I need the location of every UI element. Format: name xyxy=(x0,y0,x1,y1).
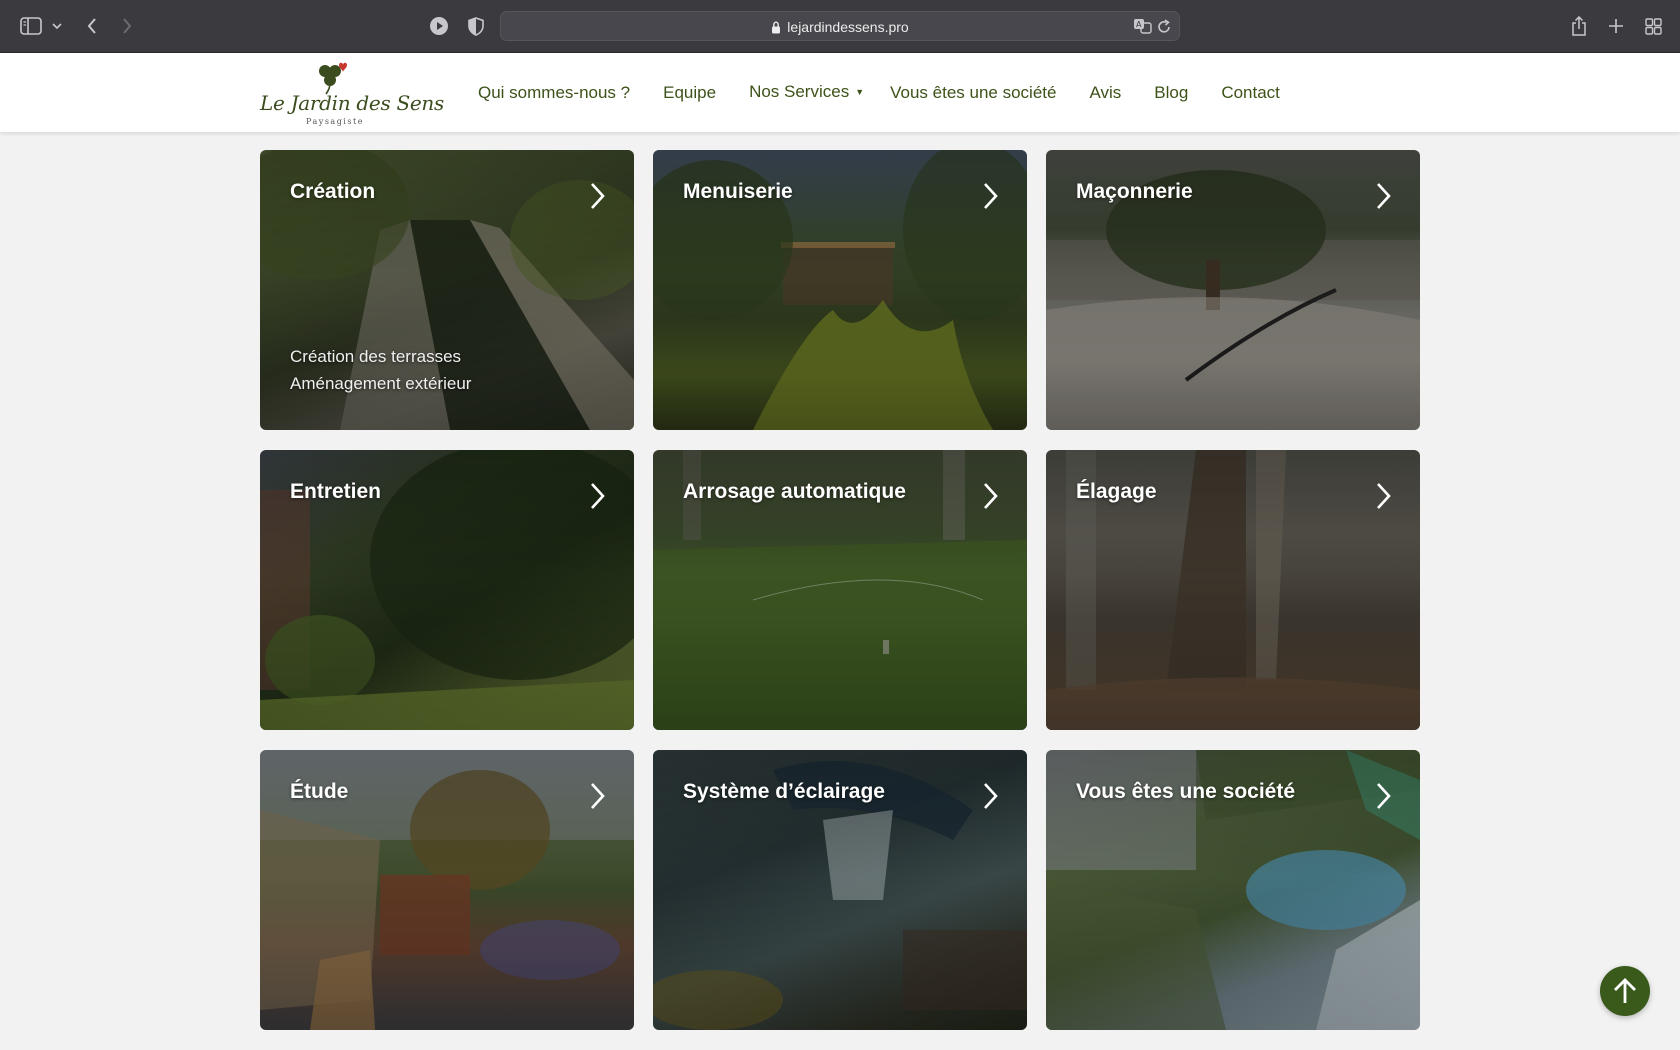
nav-item-contact[interactable]: Contact xyxy=(1221,83,1280,103)
service-title: Maçonnerie xyxy=(1076,180,1193,203)
share-icon[interactable] xyxy=(1568,13,1590,39)
back-icon[interactable] xyxy=(82,13,102,39)
address-bar[interactable]: lejardindessens.pro A xyxy=(500,11,1180,41)
chevron-right-icon xyxy=(591,183,605,209)
chevron-right-icon xyxy=(984,783,998,809)
nav-item-blog[interactable]: Blog xyxy=(1154,83,1188,103)
site-logo[interactable]: Le Jardin des Sens Paysagiste xyxy=(258,57,444,129)
main-nav: Qui sommes-nous ? Equipe Nos Services ▼ V… xyxy=(478,53,1313,132)
browser-toolbar: lejardindessens.pro A xyxy=(0,0,1680,53)
chevron-down-icon[interactable] xyxy=(50,13,64,39)
tab-overview-icon[interactable] xyxy=(1642,13,1664,39)
chevron-right-icon xyxy=(591,483,605,509)
chevron-right-icon xyxy=(1377,483,1391,509)
nav-item-qui-sommes-nous[interactable]: Qui sommes-nous ? xyxy=(478,83,630,103)
service-card-maconnerie[interactable]: Maçonnerie xyxy=(1046,150,1420,430)
service-card-menuiserie[interactable]: Menuiserie xyxy=(653,150,1027,430)
service-title: Menuiserie xyxy=(683,180,793,203)
play-icon[interactable] xyxy=(427,13,451,39)
arrow-up-icon xyxy=(1614,978,1636,1003)
chevron-right-icon xyxy=(1377,783,1391,809)
service-title: Vous êtes une société xyxy=(1076,780,1296,803)
service-title: Création xyxy=(290,180,376,203)
sidebar-toggle-icon[interactable] xyxy=(18,13,44,39)
shield-icon[interactable] xyxy=(465,13,487,39)
service-title: Étude xyxy=(290,780,349,803)
service-detail: Création des terrasses xyxy=(290,347,462,366)
dropdown-caret-icon: ▼ xyxy=(855,86,865,97)
new-tab-icon[interactable] xyxy=(1605,13,1627,39)
svg-text:A: A xyxy=(1136,20,1142,29)
service-detail: Aménagement extérieur xyxy=(290,374,472,393)
service-card-entretien[interactable]: Entretien xyxy=(260,450,634,730)
chevron-right-icon xyxy=(591,783,605,809)
nav-item-avis[interactable]: Avis xyxy=(1089,83,1121,103)
forward-icon[interactable] xyxy=(117,13,137,39)
clover-logo-icon xyxy=(319,62,347,95)
logo-wordmark: Le Jardin des Sens xyxy=(260,91,444,115)
service-title: Élagage xyxy=(1076,480,1157,503)
nav-item-equipe[interactable]: Equipe xyxy=(663,83,716,103)
lock-icon xyxy=(771,20,781,34)
logo-tagline: Paysagiste xyxy=(306,117,364,126)
chevron-right-icon xyxy=(984,183,998,209)
reload-icon[interactable] xyxy=(1157,19,1171,34)
chevron-right-icon xyxy=(984,483,998,509)
site-header: Le Jardin des Sens Paysagiste Qui sommes… xyxy=(0,53,1680,132)
scroll-to-top-button[interactable] xyxy=(1600,966,1650,1016)
service-card-arrosage[interactable]: Arrosage automatique xyxy=(653,450,1027,730)
translate-icon[interactable]: A xyxy=(1133,18,1153,34)
nav-item-nos-services[interactable]: Nos Services ▼ xyxy=(749,82,864,102)
service-card-creation[interactable]: Création Création des terrasses Aménagem… xyxy=(260,150,634,430)
service-card-eclairage[interactable]: Système d’éclairage xyxy=(653,750,1027,1030)
service-title: Système d’éclairage xyxy=(683,780,885,803)
chevron-right-icon xyxy=(1377,183,1391,209)
service-title: Entretien xyxy=(290,480,382,503)
service-card-societe[interactable]: Vous êtes une société xyxy=(1046,750,1420,1030)
url-text: lejardindessens.pro xyxy=(787,19,909,35)
service-card-elagage[interactable]: Élagage xyxy=(1046,450,1420,730)
service-title: Arrosage automatique xyxy=(683,480,906,503)
nav-item-vous-etes-une-societe[interactable]: Vous êtes une société xyxy=(890,83,1056,103)
service-card-etude[interactable]: Étude xyxy=(260,750,634,1030)
